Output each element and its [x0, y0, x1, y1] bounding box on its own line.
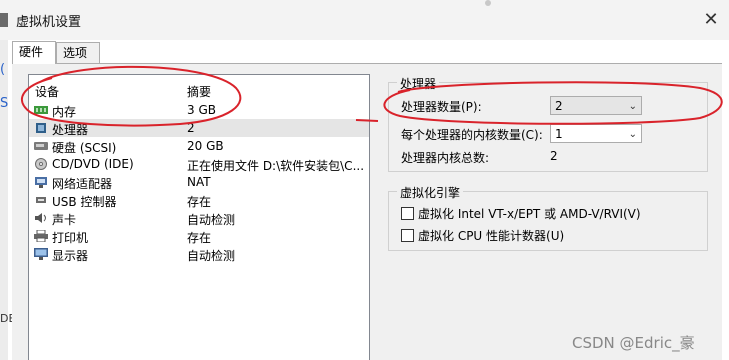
device-row-cd-dvd[interactable]: CD/DVD (IDE) 正在使用文件 D:\软件安装包\C...: [29, 155, 369, 173]
background-window-edge: ( S DE: [0, 40, 15, 360]
printer-icon: [34, 230, 48, 242]
device-name: 处理器: [52, 123, 89, 137]
cpu-counters-checkbox[interactable]: [401, 229, 414, 242]
device-row-memory[interactable]: 内存 3 GB: [29, 101, 369, 119]
processor-icon: [36, 123, 46, 133]
device-row-display[interactable]: 显示器 自动检测: [29, 245, 369, 263]
device-name: 打印机: [52, 231, 89, 245]
edge-glyph: S: [0, 96, 9, 111]
watermark: CSDN @Edric_豪: [572, 334, 695, 352]
device-summary: NAT: [187, 175, 211, 189]
cpu-counters-label[interactable]: 虚拟化 CPU 性能计数器(U): [418, 227, 564, 244]
header-summary[interactable]: 摘要: [187, 83, 211, 100]
device-row-printer[interactable]: 打印机 存在: [29, 227, 369, 245]
device-summary: 正在使用文件 D:\软件安装包\C...: [187, 159, 365, 173]
header-device[interactable]: 设备: [35, 83, 59, 100]
virtualization-group-title: 虚拟化引擎: [397, 184, 464, 201]
device-summary: 存在: [187, 195, 212, 209]
device-summary: 2: [187, 121, 195, 135]
device-list[interactable]: 设备 摘要 内存 3 GB 处理器 2 硬盘 (SCSI) 20 GB CD/D…: [28, 74, 370, 360]
network-adapter-icon: [35, 177, 47, 188]
device-row-sound[interactable]: 声卡 自动检测: [29, 209, 369, 227]
processor-count-select[interactable]: 2 ⌄: [550, 96, 642, 115]
vt-x-checkbox[interactable]: [401, 207, 414, 220]
device-name: 硬盘 (SCSI): [52, 141, 117, 155]
harddisk-icon: [34, 142, 48, 150]
cores-per-processor-label: 每个处理器的内核数量(C):: [401, 128, 543, 142]
cores-per-processor-value: 1: [555, 127, 563, 141]
edge-glyph: (: [0, 62, 6, 77]
vt-x-label[interactable]: 虚拟化 Intel VT-x/EPT 或 AMD-V/RVI(V): [418, 205, 641, 222]
device-summary: 自动检测: [187, 213, 236, 227]
close-button[interactable]: ✕: [700, 10, 722, 30]
usb-icon: [36, 197, 46, 203]
cd-dvd-icon: [35, 158, 47, 170]
display-icon: [34, 248, 48, 260]
device-name: CD/DVD (IDE): [52, 157, 134, 171]
device-row-network-adapter[interactable]: 网络适配器 NAT: [29, 173, 369, 191]
device-list-header: 设备 摘要: [29, 81, 369, 99]
chevron-down-icon: ⌄: [628, 101, 637, 112]
total-cores-label: 处理器内核总数:: [401, 151, 490, 165]
tab-hardware[interactable]: 硬件: [12, 41, 56, 64]
chevron-down-icon: ⌄: [628, 129, 637, 140]
vm-settings-window: 虚拟机设置 ✕ ( S DE 硬件 选项 设备 摘要 内存 3 GB 处理器 2…: [0, 0, 729, 360]
processor-count-value: 2: [555, 99, 563, 113]
device-row-processor[interactable]: 处理器 2: [29, 119, 369, 137]
memory-icon: [34, 106, 48, 114]
device-summary: 3 GB: [187, 103, 216, 117]
title-bar: 虚拟机设置 ✕: [0, 0, 729, 40]
device-name: USB 控制器: [52, 195, 117, 209]
device-name: 显示器: [52, 249, 89, 263]
device-summary: 自动检测: [187, 249, 236, 263]
decorative-dot: [485, 0, 491, 6]
tab-options[interactable]: 选项: [56, 42, 100, 63]
processor-count-label: 处理器数量(P):: [401, 100, 482, 114]
total-cores-value: 2: [550, 149, 558, 163]
device-name: 内存: [52, 105, 77, 119]
processor-group-title: 处理器: [397, 75, 440, 92]
device-name: 网络适配器: [52, 177, 113, 191]
device-row-usb[interactable]: USB 控制器 存在: [29, 191, 369, 209]
cores-per-processor-select[interactable]: 1 ⌄: [550, 124, 642, 143]
device-name: 声卡: [52, 213, 77, 227]
app-icon: [0, 13, 8, 27]
sound-icon: [35, 213, 46, 223]
device-summary: 存在: [187, 231, 212, 245]
window-title: 虚拟机设置: [16, 15, 82, 30]
device-summary: 20 GB: [187, 139, 224, 153]
device-row-harddisk[interactable]: 硬盘 (SCSI) 20 GB: [29, 137, 369, 155]
